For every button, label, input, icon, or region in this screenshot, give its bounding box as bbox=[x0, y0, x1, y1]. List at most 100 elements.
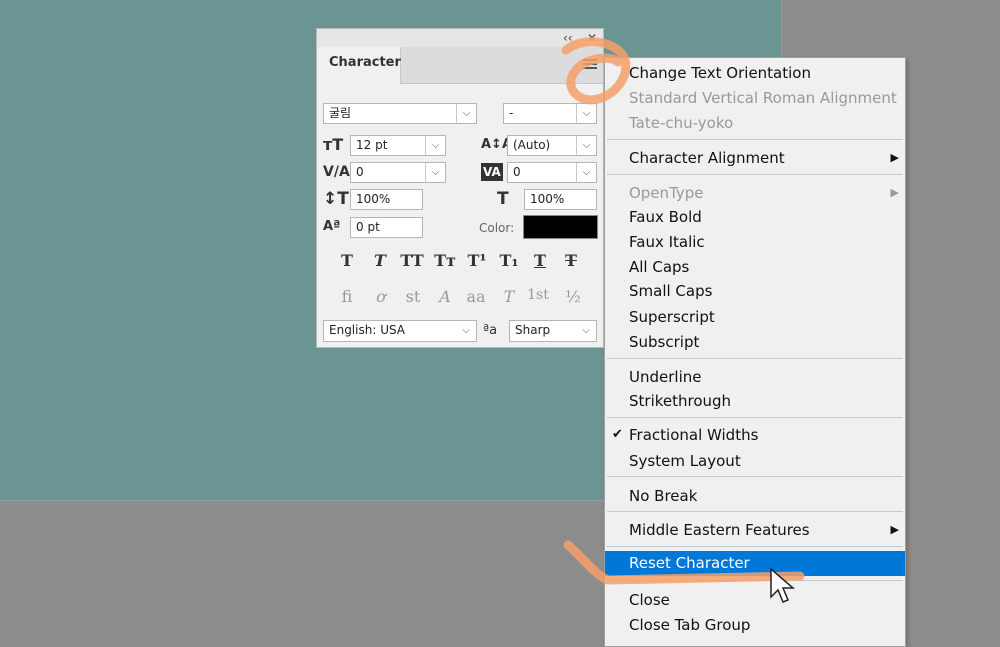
menu-item-label: All Caps bbox=[629, 258, 690, 276]
menu-item-label: No Break bbox=[629, 487, 698, 505]
menu-item-no-break[interactable]: No Break bbox=[605, 484, 905, 508]
language-select[interactable]: English: USA ⌵ bbox=[323, 320, 477, 342]
tracking-icon: VA bbox=[481, 163, 503, 181]
baseline-shift-icon: Aª bbox=[323, 219, 341, 234]
faux-italic-button[interactable]: T bbox=[368, 251, 392, 270]
menu-item-tate-chu-yoko: Tate-chu-yoko bbox=[605, 111, 905, 135]
collapse-panel-icon[interactable]: ‹‹ bbox=[563, 30, 573, 46]
menu-item-label: Change Text Orientation bbox=[629, 64, 811, 82]
faux-bold-button[interactable]: T bbox=[335, 251, 359, 270]
ordinals-button[interactable]: 1st bbox=[526, 287, 550, 303]
menu-separator bbox=[607, 580, 903, 581]
chevron-down-icon: ⌵ bbox=[456, 104, 476, 123]
menu-item-small-caps[interactable]: Small Caps bbox=[605, 279, 905, 303]
menu-item-character-alignment[interactable]: Character Alignment ▶ bbox=[605, 146, 905, 170]
tab-character[interactable]: Character bbox=[317, 47, 401, 84]
menu-item-change-text-orientation[interactable]: Change Text Orientation bbox=[605, 61, 905, 85]
underline-button[interactable]: T bbox=[528, 251, 552, 270]
contextual-alternates-button[interactable]: st bbox=[401, 287, 425, 306]
horizontal-scale-field[interactable]: 100% bbox=[524, 189, 597, 210]
mouse-pointer-icon bbox=[770, 567, 796, 603]
language-value: English: USA bbox=[329, 323, 406, 337]
menu-separator bbox=[607, 139, 903, 140]
text-color-swatch[interactable] bbox=[523, 215, 598, 239]
tracking-field[interactable]: 0 ⌵ bbox=[507, 162, 597, 183]
font-family-value: 굴림 bbox=[329, 106, 352, 120]
font-size-field[interactable]: 12 pt ⌵ bbox=[350, 135, 446, 156]
menu-separator bbox=[607, 511, 903, 512]
menu-separator bbox=[607, 358, 903, 359]
baseline-shift-field[interactable]: 0 pt bbox=[350, 217, 423, 238]
menu-item-label: Fractional Widths bbox=[629, 426, 759, 444]
leading-value: (Auto) bbox=[513, 138, 551, 152]
menu-item-label: Character Alignment bbox=[629, 149, 785, 167]
titling-alternates-button[interactable]: T bbox=[497, 287, 521, 306]
menu-item-standard-vertical-roman-alignment: Standard Vertical Roman Alignment bbox=[605, 86, 905, 110]
chevron-down-icon: ⌵ bbox=[576, 163, 596, 182]
chevron-down-icon: ⌵ bbox=[582, 325, 590, 336]
panel-title-bar: ‹‹ ✕ bbox=[317, 29, 603, 47]
antialias-icon: ªa bbox=[483, 323, 498, 338]
menu-item-fractional-widths[interactable]: ✔ Fractional Widths bbox=[605, 423, 905, 447]
submenu-arrow-icon: ▶ bbox=[890, 186, 899, 199]
vertical-scale-field[interactable]: 100% bbox=[350, 189, 423, 210]
antialias-value: Sharp bbox=[515, 323, 551, 337]
menu-item-superscript[interactable]: Superscript bbox=[605, 305, 905, 329]
submenu-arrow-icon: ▶ bbox=[890, 523, 899, 536]
stylistic-alternates-button[interactable]: aa bbox=[464, 287, 488, 306]
kerning-value: 0 bbox=[356, 165, 364, 179]
menu-item-label: Middle Eastern Features bbox=[629, 521, 810, 539]
menu-separator bbox=[607, 546, 903, 547]
menu-item-label: Underline bbox=[629, 368, 702, 386]
antialias-select[interactable]: Sharp ⌵ bbox=[509, 320, 597, 342]
menu-item-close[interactable]: Close bbox=[605, 588, 905, 612]
discretionary-ligatures-button[interactable]: ơ bbox=[369, 287, 393, 306]
kerning-icon: V/A bbox=[323, 164, 350, 180]
chevron-down-icon: ⌵ bbox=[576, 136, 596, 155]
menu-item-close-tab-group[interactable]: Close Tab Group bbox=[605, 613, 905, 637]
menu-item-system-layout[interactable]: System Layout bbox=[605, 449, 905, 473]
submenu-arrow-icon: ▶ bbox=[890, 151, 899, 164]
menu-item-label: Faux Italic bbox=[629, 233, 705, 251]
panel-tab-row: Character bbox=[317, 47, 603, 84]
leading-field[interactable]: (Auto) ⌵ bbox=[507, 135, 597, 156]
menu-item-underline[interactable]: Underline bbox=[605, 365, 905, 389]
chevron-down-icon: ⌵ bbox=[425, 136, 445, 155]
menu-item-faux-bold[interactable]: Faux Bold bbox=[605, 205, 905, 229]
font-size-icon: ᴛT bbox=[323, 135, 344, 154]
subscript-button[interactable]: T₁ bbox=[497, 251, 521, 270]
kerning-field[interactable]: 0 ⌵ bbox=[350, 162, 446, 183]
menu-item-middle-eastern-features[interactable]: Middle Eastern Features ▶ bbox=[605, 518, 905, 542]
color-label: Color: bbox=[479, 221, 515, 235]
close-panel-icon[interactable]: ✕ bbox=[587, 30, 597, 46]
menu-item-label: Strikethrough bbox=[629, 392, 732, 410]
superscript-button[interactable]: T¹ bbox=[465, 251, 489, 270]
font-style-select[interactable]: - ⌵ bbox=[503, 103, 597, 124]
menu-item-reset-character[interactable]: Reset Character bbox=[605, 551, 905, 576]
menu-item-label: Tate-chu-yoko bbox=[629, 114, 734, 132]
chevron-down-icon: ⌵ bbox=[462, 325, 470, 336]
horizontal-scale-icon: T bbox=[497, 189, 509, 209]
fractions-button[interactable]: ½ bbox=[561, 287, 585, 306]
font-family-select[interactable]: 굴림 ⌵ bbox=[323, 103, 477, 124]
ligatures-button[interactable]: ﬁ bbox=[335, 287, 359, 306]
menu-item-opentype: OpenType ▶ bbox=[605, 181, 905, 205]
character-panel-menu: Change Text Orientation Standard Vertica… bbox=[604, 57, 906, 647]
menu-item-label: Superscript bbox=[629, 308, 715, 326]
tracking-value: 0 bbox=[513, 165, 521, 179]
menu-item-all-caps[interactable]: All Caps bbox=[605, 255, 905, 279]
all-caps-button[interactable]: TT bbox=[400, 251, 424, 270]
swash-button[interactable]: A bbox=[433, 287, 457, 306]
panel-menu-icon[interactable] bbox=[583, 59, 597, 71]
menu-item-faux-italic[interactable]: Faux Italic bbox=[605, 230, 905, 254]
vertical-scale-value: 100% bbox=[356, 192, 391, 206]
menu-item-subscript[interactable]: Subscript bbox=[605, 330, 905, 354]
menu-item-strikethrough[interactable]: Strikethrough bbox=[605, 389, 905, 413]
menu-item-label: Small Caps bbox=[629, 282, 713, 300]
font-size-value: 12 pt bbox=[356, 138, 388, 152]
strikethrough-button[interactable]: T bbox=[559, 251, 583, 270]
menu-separator bbox=[607, 417, 903, 418]
menu-item-label: Close Tab Group bbox=[629, 616, 751, 634]
vertical-scale-icon: ↕T bbox=[323, 189, 349, 209]
small-caps-button[interactable]: Tт bbox=[433, 251, 457, 270]
